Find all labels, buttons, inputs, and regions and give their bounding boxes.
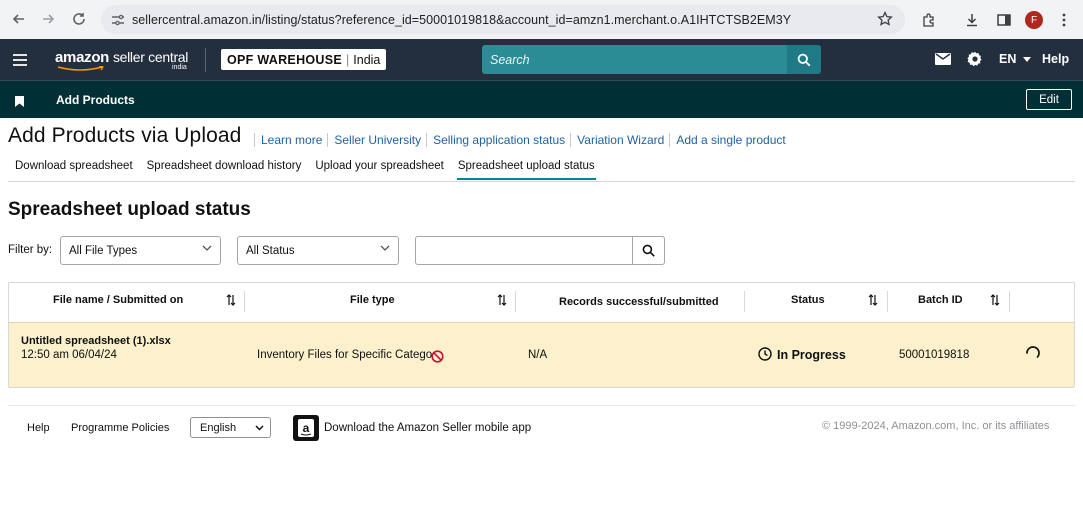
language-label: EN (999, 52, 1017, 66)
upload-tabs: Download spreadsheet Spreadsheet downloa… (8, 160, 602, 180)
loading-spinner-icon (1026, 346, 1040, 358)
subheader-title: Add Products (56, 93, 135, 107)
header-search-input[interactable] (490, 52, 780, 67)
sort-icon[interactable] (497, 293, 507, 307)
file-type-select[interactable]: All File Types (60, 236, 221, 265)
amazon-smile-icon (57, 66, 104, 71)
page-subheader (0, 80, 1083, 118)
column-separator (515, 291, 516, 312)
seller-central-logo[interactable]: amazon seller central (55, 49, 188, 66)
programme-policies-link[interactable]: Programme Policies (71, 422, 169, 434)
sort-icon[interactable] (226, 293, 236, 307)
page-title: Add Products via Upload (8, 124, 242, 147)
language-selector[interactable]: EN (999, 52, 1031, 66)
header-divider (205, 48, 206, 72)
footer-help-link[interactable]: Help (27, 422, 50, 434)
tab-download-spreadsheet[interactable]: Download spreadsheet (8, 160, 140, 180)
copyright-text: © 1999-2024, Amazon.com, Inc. or its aff… (822, 420, 1050, 432)
search-icon (797, 53, 811, 66)
header-search-button[interactable] (787, 45, 821, 74)
address-bar[interactable]: sellercentral.amazon.in/listing/status?r… (101, 5, 905, 34)
column-separator (244, 291, 245, 312)
store-region: India (353, 52, 381, 67)
header-batch-id: Batch ID (918, 294, 963, 306)
reload-icon[interactable] (68, 8, 90, 30)
chevron-down-icon (255, 425, 264, 431)
header-file-name: File name / Submitted on (53, 294, 184, 306)
mail-icon[interactable] (935, 53, 951, 65)
file-type-value: All File Types (69, 244, 138, 257)
seller-university-link[interactable]: Seller University (327, 133, 426, 147)
learn-more-link[interactable]: Learn more (254, 133, 327, 147)
tabs-divider (8, 181, 1075, 182)
footer-language-value: English (200, 421, 237, 434)
url-text: sellercentral.amazon.in/listing/status?r… (132, 12, 792, 27)
profile-initial: F (1025, 11, 1043, 29)
download-app-link[interactable]: Download the Amazon Seller mobile app (324, 422, 531, 434)
column-separator (744, 291, 745, 312)
browser-menu-icon[interactable] (1052, 8, 1076, 32)
add-single-product-link[interactable]: Add a single product (669, 133, 790, 147)
filter-label: Filter by: (8, 244, 53, 256)
records-cell: N/A (528, 349, 548, 361)
extensions-icon[interactable] (917, 8, 941, 32)
search-icon (642, 244, 655, 257)
store-switcher[interactable]: OPF WAREHOUSE | India (221, 49, 387, 70)
chevron-down-icon (380, 245, 390, 251)
filter-search-input[interactable] (415, 236, 633, 265)
header-file-type: File type (350, 294, 395, 306)
file-type-cell: Inventory Files for Specific Categor (257, 349, 432, 361)
caret-down-icon (1022, 57, 1031, 63)
header-records: Records successful/submitted (559, 296, 719, 308)
footer-language-select[interactable]: English (190, 417, 271, 438)
header-search (482, 45, 787, 74)
title-links: Learn more Seller University Selling app… (254, 133, 791, 147)
file-name[interactable]: Untitled spreadsheet (1).xlsx (21, 335, 171, 347)
variation-wizard-link[interactable]: Variation Wizard (570, 133, 669, 147)
sort-icon[interactable] (868, 293, 878, 307)
store-name: OPF WAREHOUSE (227, 52, 343, 67)
bookmark-icon[interactable] (15, 94, 24, 112)
svg-text:a: a (303, 421, 310, 435)
status-filter-value: All Status (246, 244, 295, 257)
bookmark-star-icon[interactable] (877, 10, 893, 32)
status-select[interactable]: All Status (237, 236, 399, 265)
header-status: Status (791, 294, 825, 306)
footer-divider (8, 405, 1075, 406)
chevron-down-icon (202, 245, 212, 251)
amazon-app-logo-icon[interactable]: a (293, 415, 319, 441)
column-separator (887, 291, 888, 312)
edit-button[interactable]: Edit (1026, 89, 1072, 110)
profile-avatar[interactable]: F (1022, 8, 1046, 32)
logo-region-text: india (172, 64, 187, 71)
filter-search-button[interactable] (632, 236, 665, 265)
status-cell: In Progress (777, 348, 846, 362)
selling-application-status-link[interactable]: Selling application status (426, 133, 570, 147)
settings-gear-icon[interactable] (967, 51, 983, 67)
forward-arrow-icon[interactable] (37, 8, 59, 30)
browser-toolbar: sellercentral.amazon.in/listing/status?r… (0, 0, 1083, 39)
column-separator (1009, 291, 1010, 312)
hamburger-menu-icon[interactable] (13, 53, 27, 71)
tab-spreadsheet-upload-status[interactable]: Spreadsheet upload status (451, 160, 602, 180)
side-panel-icon[interactable] (992, 8, 1016, 32)
download-icon[interactable] (960, 8, 984, 32)
header-help-link[interactable]: Help (1042, 52, 1069, 66)
site-settings-icon[interactable] (111, 13, 125, 31)
prohibited-icon (431, 350, 444, 363)
clock-icon (758, 347, 772, 361)
section-title: Spreadsheet upload status (8, 199, 251, 220)
logo-amazon-text: amazon (55, 49, 110, 66)
logo-seller-central-text: seller central (112, 49, 189, 65)
back-arrow-icon[interactable] (8, 8, 30, 30)
store-separator: | (346, 52, 350, 67)
sort-icon[interactable] (990, 293, 1000, 307)
submitted-on: 12:50 am 06/04/24 (21, 349, 117, 361)
tab-upload-your-spreadsheet[interactable]: Upload your spreadsheet (308, 160, 451, 180)
tab-spreadsheet-download-history[interactable]: Spreadsheet download history (140, 160, 309, 180)
batch-id-cell: 50001019818 (899, 349, 970, 361)
